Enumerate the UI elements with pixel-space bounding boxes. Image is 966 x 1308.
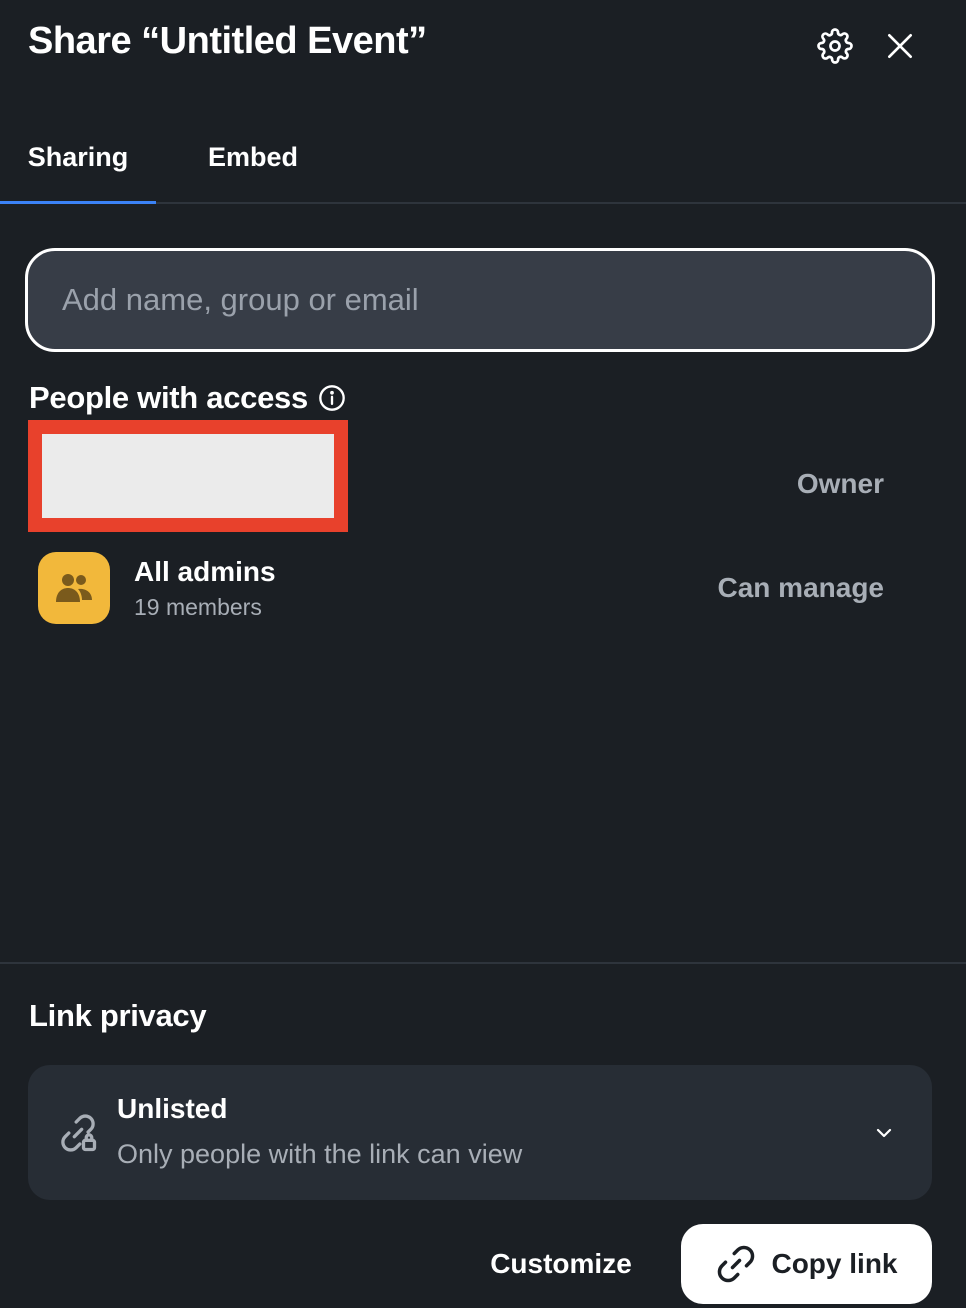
redacted-owner-entry <box>28 420 348 532</box>
owner-role-label: Owner <box>796 468 884 499</box>
active-tab-indicator <box>0 201 156 204</box>
copy-link-label: Copy link <box>771 1248 898 1279</box>
redacted-area <box>42 434 334 518</box>
link-lock-icon <box>61 1114 97 1152</box>
people-with-access-header: People with access <box>29 380 346 416</box>
gear-icon <box>817 28 853 64</box>
section-title: People with access <box>29 380 308 415</box>
link-privacy-title: Link privacy <box>29 998 207 1033</box>
member-row-all-admins: All admins 19 members <box>38 552 276 624</box>
chevron-down-icon <box>876 1128 892 1138</box>
member-name: All admins <box>134 555 276 587</box>
link-privacy-dropdown[interactable]: Unlisted Only people with the link can v… <box>28 1065 932 1200</box>
link-icon <box>718 1245 755 1283</box>
group-avatar <box>38 552 110 624</box>
tab-sharing[interactable]: Sharing <box>0 112 156 202</box>
section-divider <box>0 962 966 964</box>
people-group-icon <box>56 574 92 602</box>
member-count: 19 members <box>134 593 262 620</box>
customize-button[interactable]: Customize <box>470 1228 652 1300</box>
settings-button[interactable] <box>811 22 859 70</box>
close-button[interactable] <box>876 22 924 70</box>
tab-embed[interactable]: Embed <box>156 112 350 202</box>
info-circle-icon[interactable] <box>318 384 346 412</box>
can-manage-role-button[interactable]: Can manage <box>718 572 885 604</box>
close-icon <box>888 34 912 58</box>
share-dialog: Share “Untitled Event” Sharing Embed Peo… <box>0 0 966 1308</box>
tab-bar: Sharing Embed <box>0 112 966 204</box>
privacy-option-description: Only people with the link can view <box>117 1139 523 1169</box>
member-info: All admins 19 members <box>134 556 276 621</box>
dialog-title: Share “Untitled Event” <box>28 20 427 62</box>
search-input[interactable] <box>25 248 935 352</box>
privacy-option-label: Unlisted <box>117 1093 228 1124</box>
copy-link-button[interactable]: Copy link <box>681 1224 932 1304</box>
